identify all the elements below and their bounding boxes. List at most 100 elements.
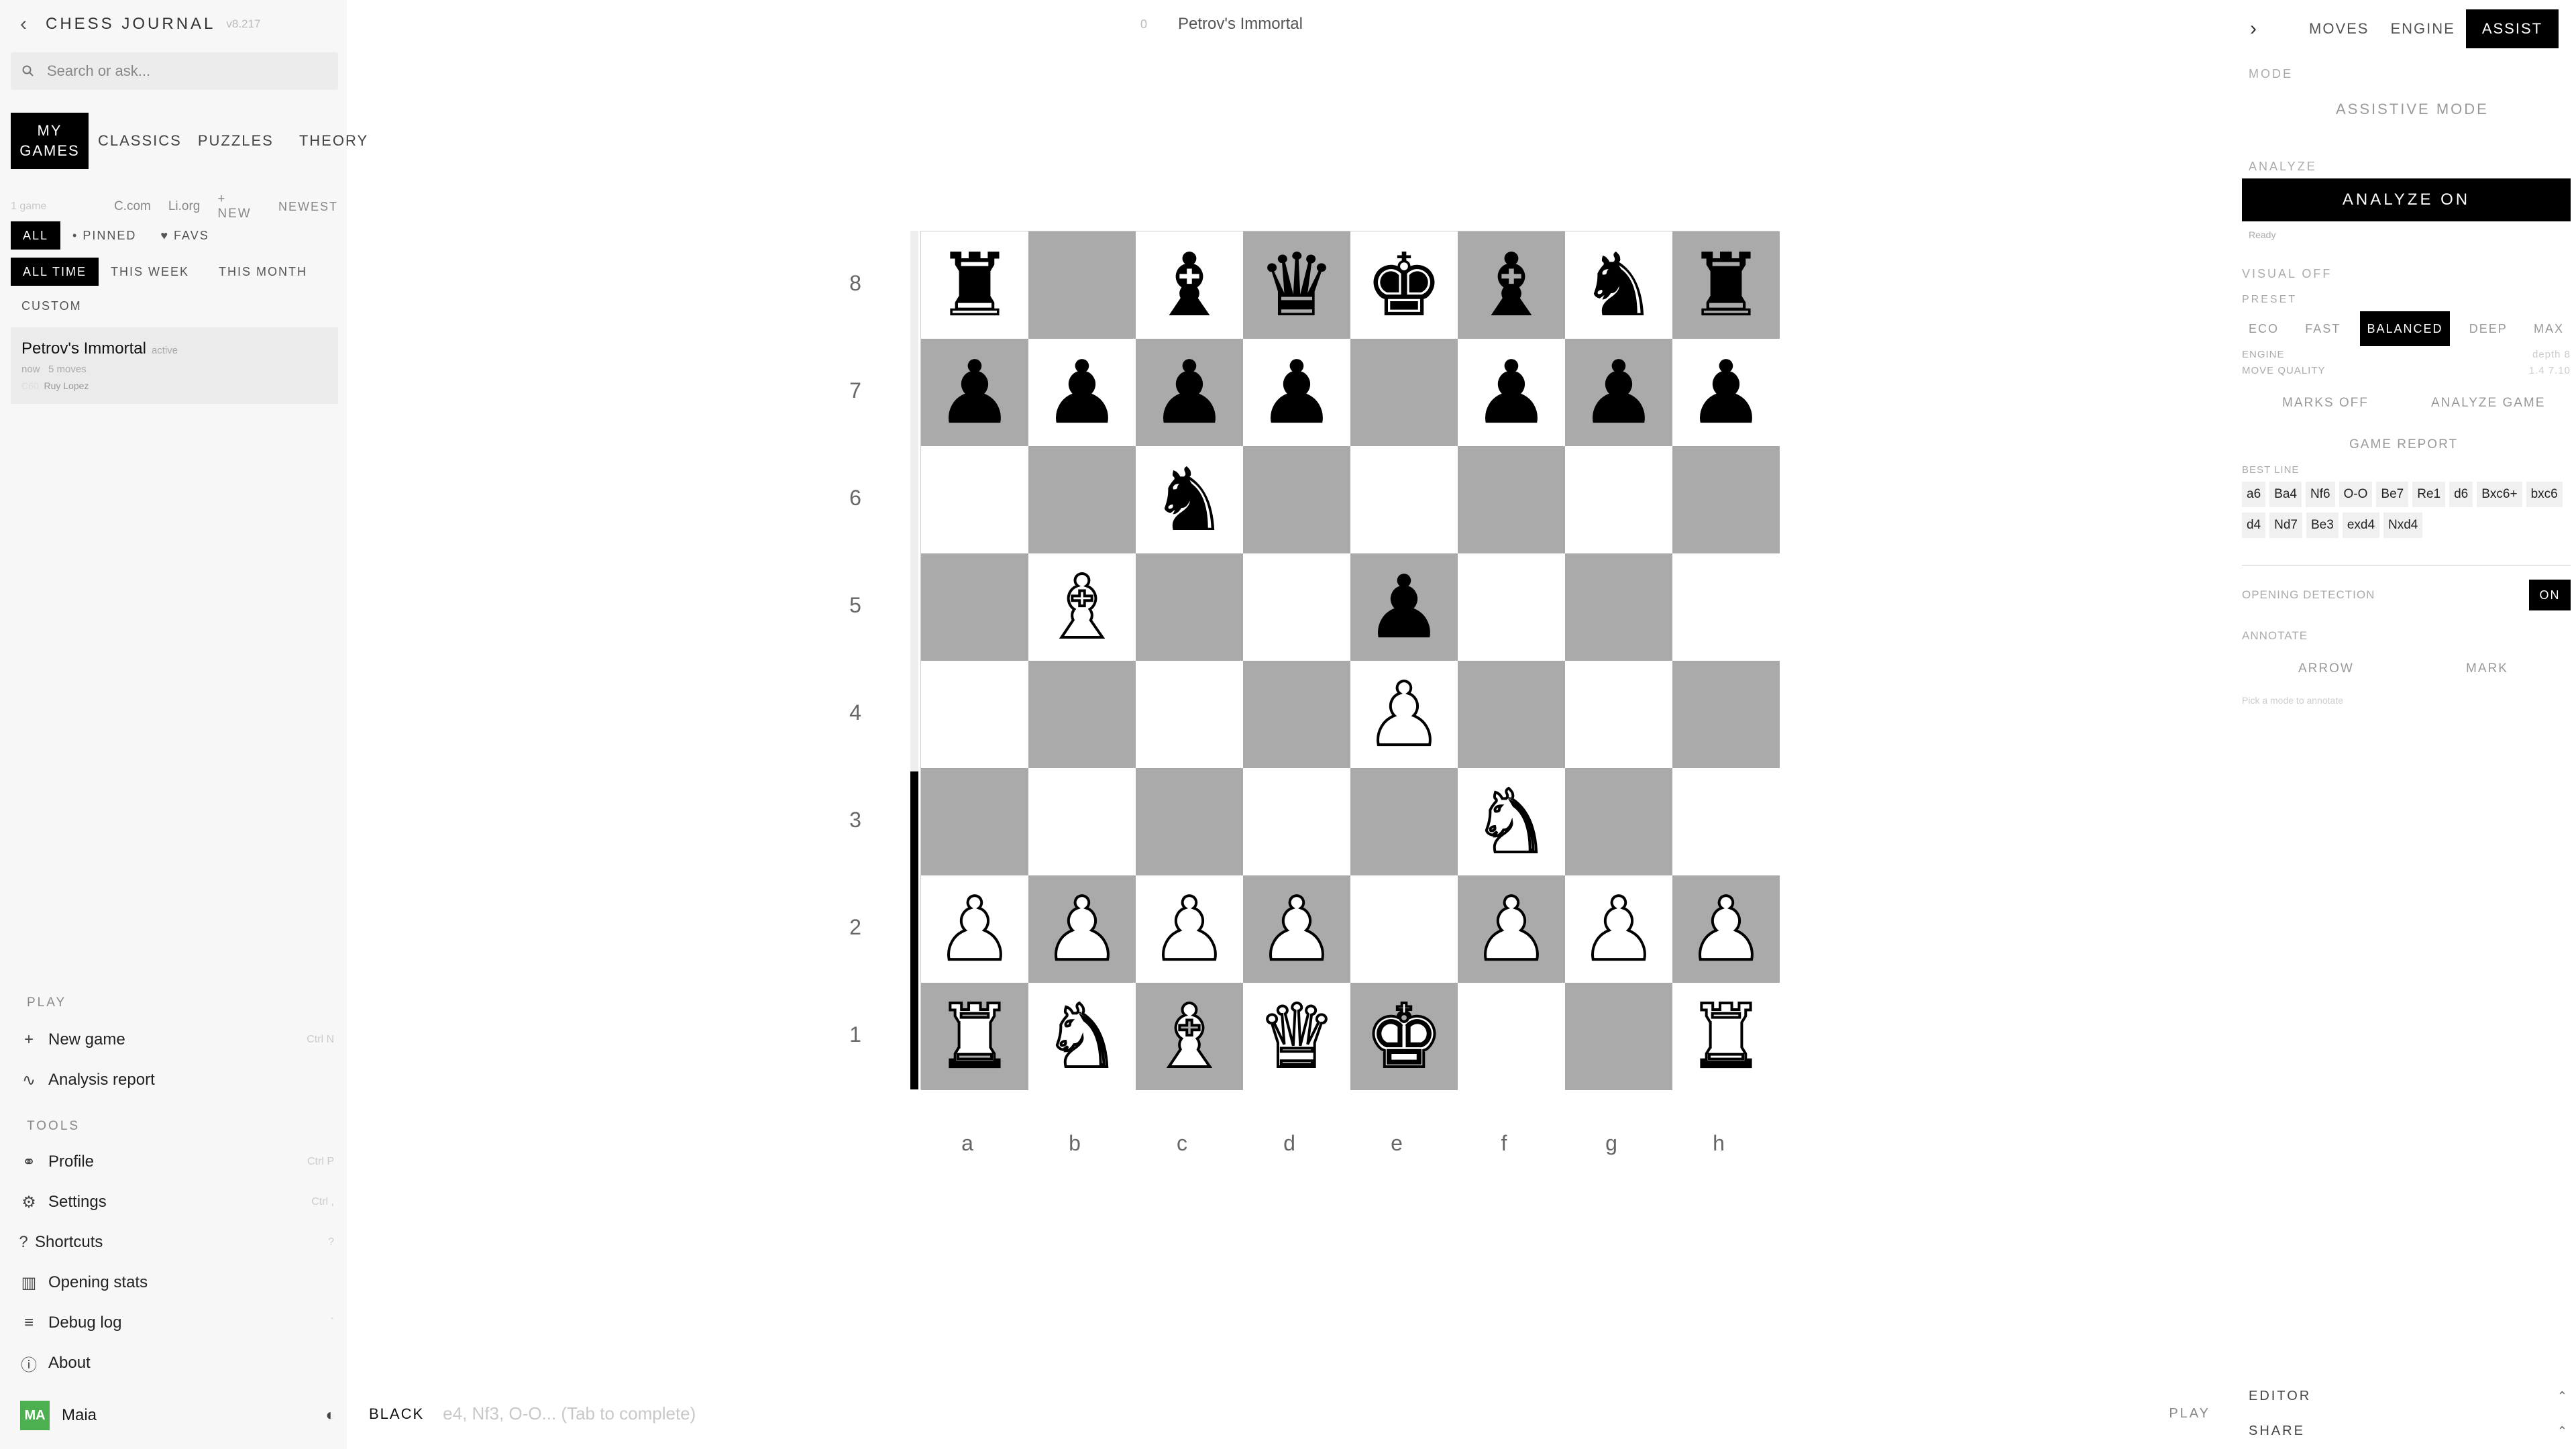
square-e4[interactable]: ♟ bbox=[1350, 661, 1458, 768]
tab-assist[interactable]: ASSIST bbox=[2465, 9, 2559, 48]
best-line-move[interactable]: a6 bbox=[2242, 482, 2266, 507]
square-f3[interactable]: ♞ bbox=[1458, 768, 1565, 875]
square-h7[interactable]: ♟ bbox=[1672, 339, 1780, 446]
best-line-move[interactable]: d6 bbox=[2449, 482, 2473, 507]
black-pawn-icon[interactable]: ♟ bbox=[1580, 349, 1658, 436]
black-pawn-icon[interactable]: ♟ bbox=[1150, 349, 1229, 436]
best-line-move[interactable]: O-O bbox=[2339, 482, 2373, 507]
filter-custom[interactable]: CUSTOM bbox=[21, 299, 82, 313]
best-line-move[interactable]: Be3 bbox=[2306, 513, 2339, 538]
white-bishop-icon[interactable]: ♝ bbox=[1042, 562, 1123, 652]
black-pawn-icon[interactable]: ♟ bbox=[1365, 564, 1444, 651]
square-d1[interactable]: ♛ bbox=[1243, 983, 1350, 1090]
white-bishop-icon[interactable]: ♝ bbox=[1149, 991, 1230, 1081]
square-f2[interactable]: ♟ bbox=[1458, 875, 1565, 983]
white-knight-icon[interactable]: ♞ bbox=[1471, 777, 1552, 867]
square-c7[interactable]: ♟ bbox=[1136, 339, 1243, 446]
black-rook-icon[interactable]: ♜ bbox=[936, 241, 1014, 329]
square-e1[interactable]: ♚ bbox=[1350, 983, 1458, 1090]
square-d3[interactable] bbox=[1243, 768, 1350, 875]
white-pawn-icon[interactable]: ♟ bbox=[1149, 884, 1230, 974]
white-knight-icon[interactable]: ♞ bbox=[1042, 991, 1123, 1081]
best-line-move[interactable]: Nd7 bbox=[2269, 513, 2302, 538]
preset-deep[interactable]: DEEP bbox=[2463, 311, 2514, 346]
nav-analysis-report[interactable]: ∿ Analysis report bbox=[19, 1065, 334, 1095]
square-a6[interactable] bbox=[921, 446, 1028, 553]
user-profile[interactable]: MA Maia ◐ bbox=[20, 1401, 335, 1430]
black-pawn-icon[interactable]: ♟ bbox=[936, 349, 1014, 436]
white-pawn-icon[interactable]: ♟ bbox=[1364, 669, 1445, 759]
opening-detection-toggle[interactable]: ON bbox=[2529, 580, 2571, 610]
nav-debug-log[interactable]: ≡ Debug log ` bbox=[19, 1308, 334, 1338]
black-bishop-icon[interactable]: ♝ bbox=[1150, 241, 1229, 329]
nav-profile[interactable]: ⚭ Profile Ctrl P bbox=[19, 1147, 334, 1177]
black-pawn-icon[interactable]: ♟ bbox=[1687, 349, 1766, 436]
preset-fast[interactable]: FAST bbox=[2298, 311, 2347, 346]
tab-my-games[interactable]: MY GAMES bbox=[11, 113, 89, 169]
chevron-right-icon[interactable]: › bbox=[2250, 17, 2257, 40]
square-h1[interactable]: ♜ bbox=[1672, 983, 1780, 1090]
nav-new-game[interactable]: + New game Ctrl N bbox=[19, 1025, 334, 1055]
filter-this-month[interactable]: THIS MONTH bbox=[207, 258, 319, 286]
square-b5[interactable]: ♝ bbox=[1028, 553, 1136, 661]
best-line-move[interactable]: Bxc6+ bbox=[2477, 482, 2522, 507]
game-report-button[interactable]: GAME REPORT bbox=[2349, 437, 2458, 452]
tab-engine[interactable]: ENGINE bbox=[2379, 9, 2465, 48]
filter-all[interactable]: ALL bbox=[11, 221, 61, 250]
white-pawn-icon[interactable]: ♟ bbox=[1578, 884, 1660, 974]
preset-eco[interactable]: ECO bbox=[2242, 311, 2286, 346]
annotate-mark-button[interactable]: MARK bbox=[2466, 661, 2508, 676]
square-h5[interactable] bbox=[1672, 553, 1780, 661]
black-knight-icon[interactable]: ♞ bbox=[1580, 241, 1658, 329]
white-rook-icon[interactable]: ♜ bbox=[934, 991, 1016, 1081]
theme-toggle-icon[interactable]: ◐ bbox=[326, 1406, 336, 1425]
square-e8[interactable]: ♚ bbox=[1350, 231, 1458, 339]
square-g6[interactable] bbox=[1565, 446, 1672, 553]
preset-max[interactable]: MAX bbox=[2527, 311, 2571, 346]
black-queen-icon[interactable]: ♛ bbox=[1258, 241, 1336, 329]
square-f7[interactable]: ♟ bbox=[1458, 339, 1565, 446]
mode-value[interactable]: ASSISTIVE MODE bbox=[2336, 101, 2489, 118]
square-e5[interactable]: ♟ bbox=[1350, 553, 1458, 661]
best-line-move[interactable]: d4 bbox=[2242, 513, 2266, 538]
move-input[interactable] bbox=[443, 1403, 1651, 1424]
square-f6[interactable] bbox=[1458, 446, 1565, 553]
filter-pinned[interactable]: • PINNED bbox=[60, 221, 148, 250]
square-f8[interactable]: ♝ bbox=[1458, 231, 1565, 339]
share-section[interactable]: SHARE ⌃ bbox=[2249, 1424, 2569, 1439]
nav-settings[interactable]: ⚙ Settings Ctrl , bbox=[19, 1187, 334, 1217]
square-c3[interactable] bbox=[1136, 768, 1243, 875]
square-d8[interactable]: ♛ bbox=[1243, 231, 1350, 339]
square-c5[interactable] bbox=[1136, 553, 1243, 661]
square-c6[interactable]: ♞ bbox=[1136, 446, 1243, 553]
filter-favs[interactable]: ♥ FAVS bbox=[148, 221, 221, 250]
square-d4[interactable] bbox=[1243, 661, 1350, 768]
square-e3[interactable] bbox=[1350, 768, 1458, 875]
square-b4[interactable] bbox=[1028, 661, 1136, 768]
analyze-toggle-button[interactable]: ANALYZE ON bbox=[2242, 178, 2571, 221]
square-a2[interactable]: ♟ bbox=[921, 875, 1028, 983]
square-b1[interactable]: ♞ bbox=[1028, 983, 1136, 1090]
square-f4[interactable] bbox=[1458, 661, 1565, 768]
square-c4[interactable] bbox=[1136, 661, 1243, 768]
square-g4[interactable] bbox=[1565, 661, 1672, 768]
best-line-move[interactable]: Re1 bbox=[2412, 482, 2446, 507]
filter-this-week[interactable]: THIS WEEK bbox=[99, 258, 201, 286]
chess-board[interactable]: ♜ ♝ ♛ ♚ ♝ ♞ ♜ ♟ ♟ ♟ ♟ ♟ ♟ ♟ ♞ ♝ ♟ ♟ ♞ ♟ ♟ ♟ ♟ ♟ ♟ ♟ ♜ ♞ ♝ ♛ ♚ ♜ bbox=[920, 231, 1780, 1090]
black-bishop-icon[interactable]: ♝ bbox=[1472, 241, 1551, 329]
editor-section[interactable]: EDITOR ⌃ bbox=[2249, 1389, 2569, 1404]
best-line-move[interactable]: Be7 bbox=[2376, 482, 2409, 507]
page-title[interactable]: Petrov's Immortal bbox=[1178, 15, 1303, 34]
square-d7[interactable]: ♟ bbox=[1243, 339, 1350, 446]
white-pawn-icon[interactable]: ♟ bbox=[1256, 884, 1338, 974]
square-d2[interactable]: ♟ bbox=[1243, 875, 1350, 983]
tab-classics[interactable]: CLASSICS bbox=[90, 132, 190, 150]
black-knight-icon[interactable]: ♞ bbox=[1150, 456, 1229, 543]
white-pawn-icon[interactable]: ♟ bbox=[1471, 884, 1552, 974]
black-pawn-icon[interactable]: ♟ bbox=[1043, 349, 1122, 436]
white-rook-icon[interactable]: ♜ bbox=[1686, 991, 1767, 1081]
best-line-move[interactable]: bxc6 bbox=[2526, 482, 2563, 507]
tab-moves[interactable]: MOVES bbox=[2298, 9, 2379, 48]
search-box[interactable] bbox=[11, 52, 338, 90]
square-h6[interactable] bbox=[1672, 446, 1780, 553]
